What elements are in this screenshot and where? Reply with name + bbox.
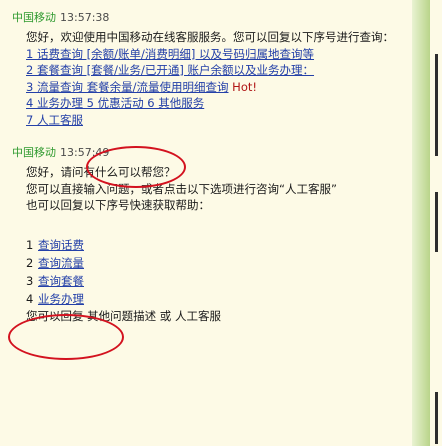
chat-log: 中国移动 13:57:38 您好，欢迎使用中国移动在线客服服务。您可以回复以下序号…: [0, 0, 412, 446]
hot-badge: Hot!: [232, 79, 257, 94]
scrollbar-thumb[interactable]: [435, 54, 438, 156]
message-line: 您好，欢迎使用中国移动在线客服服务。您可以回复以下序号进行查询：: [26, 30, 394, 44]
scroll-track[interactable]: [412, 0, 430, 446]
option-item[interactable]: 4 业务办理: [26, 290, 412, 308]
sender-name: 中国移动: [12, 11, 56, 24]
message-line: 7 人工客服: [26, 112, 412, 129]
message-header: 中国移动 13:57:38: [12, 11, 412, 25]
option-item[interactable]: 2 查询流量: [26, 254, 412, 272]
message: 中国移动 13:57:38 您好，欢迎使用中国移动在线客服服务。您可以回复以下序号…: [12, 11, 412, 128]
menu-link[interactable]: 4 业务办理 5 优惠活动 6 其他服务: [26, 95, 412, 112]
message-body: 您好，欢迎使用中国移动在线客服服务。您可以回复以下序号进行查询： 1 话费查询 …: [26, 29, 412, 128]
message-time: 13:57:38: [60, 11, 110, 24]
message-body: 您好，请问有什么可以帮您？ 您可以直接输入问题，或者点击以下选项进行咨询“人工客…: [26, 164, 412, 214]
message: 中国移动 13:57:49 您好，请问有什么可以帮您？ 您可以直接输入问题，或者点…: [12, 146, 412, 324]
message-line: 也可以回复以下序号快速获取帮助：: [26, 198, 210, 212]
scrollbar-thumb[interactable]: [435, 392, 438, 444]
message-line: 您好，请问有什么可以帮您？: [26, 165, 176, 179]
message-header: 中国移动 13:57:49: [12, 146, 412, 160]
message-line: 您可以直接输入问题，或者点击以下选项进行咨询“人工客服”: [26, 181, 337, 196]
menu-link[interactable]: 2 套餐查询 [套餐/业务/已开通] 账户余额以及业务办理：: [26, 62, 412, 79]
message-footer: 您可以回复 其他问题描述 或 人工客服: [26, 308, 221, 323]
menu-link[interactable]: 3 流量查询 套餐余量/流量使用明细查询: [26, 80, 229, 94]
message-time: 13:57:49: [60, 146, 110, 159]
menu-link[interactable]: 1 话费查询 [余额/账单/消费明细] 以及号码归属地查询等: [26, 46, 412, 63]
option-item[interactable]: 1 查询话费: [26, 236, 412, 254]
sender-name: 中国移动: [12, 146, 56, 159]
option-list: 1 查询话费 2 查询流量 3 查询套餐 4 业务办理 您可以回复 其他问题描述 或 人…: [26, 236, 412, 325]
option-item[interactable]: 3 查询套餐: [26, 272, 412, 290]
human-agent-link[interactable]: 7 人工客服: [26, 113, 83, 127]
message-line: 3 流量查询 套餐余量/流量使用明细查询 Hot!: [26, 79, 412, 96]
scrollbar-thumb[interactable]: [435, 192, 438, 252]
